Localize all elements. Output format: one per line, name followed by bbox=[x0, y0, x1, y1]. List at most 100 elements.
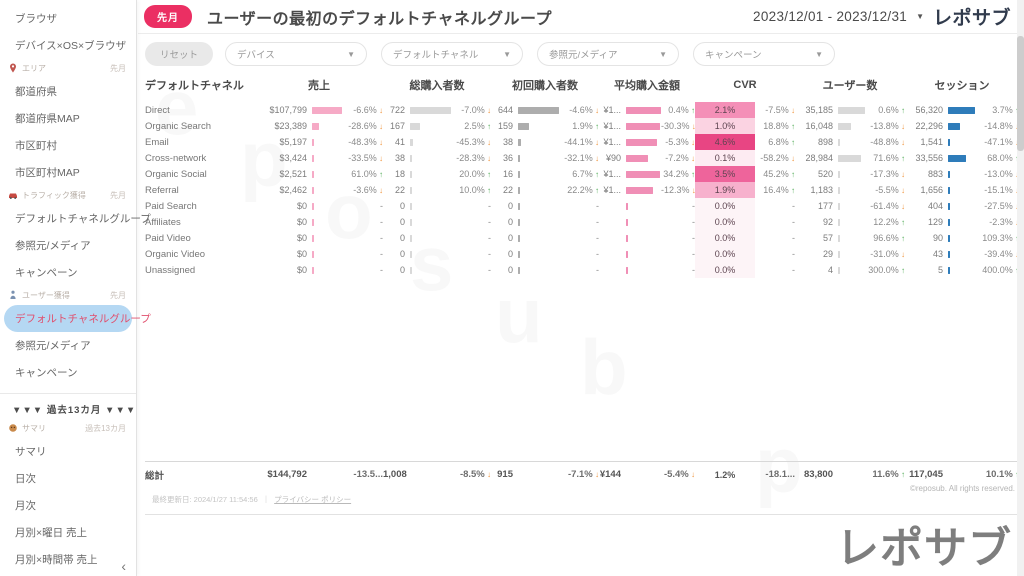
change-percent: -7.1% ↓ bbox=[559, 469, 599, 480]
metric-bar bbox=[309, 107, 343, 114]
sidebar-item[interactable]: サマリ bbox=[0, 438, 136, 465]
change-percent: 10.1% ↑ bbox=[975, 469, 1019, 480]
bar-fill bbox=[838, 235, 840, 242]
filter-dropdown[interactable]: 参照元/メディア▼ bbox=[537, 42, 679, 66]
metric-bar bbox=[309, 203, 343, 210]
channel-name: Email bbox=[145, 137, 255, 148]
bar-fill bbox=[948, 123, 960, 130]
table-row: Paid Video$0-0-0--0.0%-5796.6% ↑90109.3%… bbox=[145, 230, 1017, 246]
bar-fill bbox=[518, 155, 520, 162]
date-range-picker[interactable]: 2023/12/01 - 2023/12/31 bbox=[753, 9, 907, 24]
metric-bar bbox=[835, 219, 865, 226]
sidebar-item[interactable]: 月次 bbox=[0, 492, 136, 519]
bar-fill bbox=[948, 171, 950, 178]
change-percent: 61.0% ↑ bbox=[343, 169, 383, 179]
sidebar-section-header: サマリ過去13カ月 bbox=[0, 419, 136, 438]
metric-bar bbox=[515, 123, 559, 130]
sidebar-item[interactable]: キャンペーン bbox=[0, 359, 136, 386]
metric-value: 92 bbox=[795, 217, 835, 227]
cvr-heatmap-cell: 3.5% bbox=[695, 166, 755, 182]
sidebar-item[interactable]: 都道府県 bbox=[0, 78, 136, 105]
privacy-policy-link[interactable]: プライバシー ポリシー bbox=[274, 495, 351, 504]
metric-bar bbox=[515, 235, 559, 242]
column-header: 初回購入者数 bbox=[491, 77, 599, 93]
change-percent: 3.7% ↑ bbox=[975, 105, 1019, 115]
sidebar-item[interactable]: ブラウザ bbox=[0, 5, 136, 32]
change-percent: -2.3% ↓ bbox=[975, 217, 1019, 227]
metric-bar bbox=[835, 203, 865, 210]
chevron-down-icon: ▼ bbox=[815, 50, 823, 59]
sidebar-divider: ▼▼▼ 過去13カ月 ▼▼▼ bbox=[0, 393, 136, 419]
sidebar-item[interactable]: 月別×時間帯 売上 bbox=[0, 546, 136, 573]
filter-dropdown[interactable]: デフォルトチャネル▼ bbox=[381, 42, 523, 66]
change-percent: - bbox=[559, 265, 599, 275]
bar-fill bbox=[948, 203, 950, 210]
total-value: 83,800 bbox=[795, 469, 835, 480]
filter-dropdown[interactable]: キャンペーン▼ bbox=[693, 42, 835, 66]
change-percent: 0.4% ↑ bbox=[661, 105, 695, 115]
change-percent: 10.0% ↑ bbox=[451, 185, 491, 195]
sidebar-item[interactable]: 日次 bbox=[0, 465, 136, 492]
change-percent: - bbox=[755, 265, 795, 275]
change-percent: - bbox=[451, 233, 491, 243]
filter-dropdown-label: 参照元/メディア bbox=[549, 47, 617, 61]
metric-bar bbox=[835, 235, 865, 242]
metric-value: $0 bbox=[255, 217, 309, 227]
metric-value: 16,048 bbox=[795, 121, 835, 131]
metric-bar bbox=[407, 203, 451, 210]
sidebar-item[interactable]: キャンペーン bbox=[0, 259, 136, 286]
bar-fill bbox=[410, 171, 412, 178]
change-percent: -18.1... bbox=[755, 469, 795, 480]
metric-value: ¥1... bbox=[599, 169, 623, 179]
change-percent: - bbox=[755, 249, 795, 259]
change-percent: -48.8% ↓ bbox=[865, 137, 905, 147]
sidebar-item[interactable]: 都道府県MAP bbox=[0, 105, 136, 132]
metric-value: 129 bbox=[905, 217, 945, 227]
vertical-scrollbar[interactable] bbox=[1017, 0, 1024, 576]
change-percent: -47.1% ↓ bbox=[975, 137, 1019, 147]
sidebar-item[interactable]: 月別×曜日 売上 bbox=[0, 519, 136, 546]
metric-value: $23,389 bbox=[255, 121, 309, 131]
sidebar-section-header: エリア先月 bbox=[0, 59, 136, 78]
bar-fill bbox=[838, 187, 840, 194]
table-row: Email$5,197-48.3% ↓41-45.3% ↓38-44.1% ↓¥… bbox=[145, 134, 1017, 150]
metric-bar bbox=[945, 139, 975, 146]
bar-fill bbox=[518, 267, 520, 274]
sidebar-item[interactable]: デフォルトチャネルグループ bbox=[0, 205, 136, 232]
change-percent: -4.6% ↓ bbox=[559, 105, 599, 115]
metric-bar bbox=[945, 203, 975, 210]
metric-value: 36 bbox=[491, 153, 515, 163]
cvr-heatmap-cell: 0.0% bbox=[695, 246, 755, 262]
sidebar-item[interactable]: デバイス×OS×ブラウザ bbox=[0, 32, 136, 59]
metric-value: 0 bbox=[383, 249, 407, 259]
metric-bar bbox=[309, 187, 343, 194]
metric-value: 0 bbox=[383, 265, 407, 275]
bar-fill bbox=[626, 123, 660, 130]
sidebar-item-selected[interactable]: デフォルトチャネルグループ bbox=[4, 305, 132, 332]
reset-button[interactable]: リセット bbox=[145, 42, 213, 66]
metric-value: 167 bbox=[383, 121, 407, 131]
sidebar-item[interactable]: 参照元/メディア bbox=[0, 332, 136, 359]
scrollbar-thumb[interactable] bbox=[1017, 36, 1024, 151]
table-row: Unassigned$0-0-0--0.0%-4300.0% ↑5400.0% … bbox=[145, 262, 1017, 278]
change-percent: -5.4% ↓ bbox=[661, 469, 695, 480]
metric-bar bbox=[309, 123, 343, 130]
sidebar-section-label: サマリ bbox=[22, 423, 46, 434]
sidebar-item[interactable]: 参照元/メディア bbox=[0, 232, 136, 259]
change-percent: 400.0% ↑ bbox=[975, 265, 1019, 275]
chevron-down-icon[interactable]: ▼ bbox=[916, 12, 924, 21]
metric-bar bbox=[515, 171, 559, 178]
cvr-heatmap-cell: 1.9% bbox=[695, 182, 755, 198]
metric-bar bbox=[515, 219, 559, 226]
metric-value: 38 bbox=[383, 153, 407, 163]
sidebar-item[interactable]: 市区町村 bbox=[0, 132, 136, 159]
filter-dropdown[interactable]: デバイス▼ bbox=[225, 42, 367, 66]
sidebar-item[interactable]: 市区町村MAP bbox=[0, 159, 136, 186]
bar-fill bbox=[410, 251, 412, 258]
change-percent: - bbox=[343, 233, 383, 243]
metric-bar bbox=[835, 139, 865, 146]
metric-value: 883 bbox=[905, 169, 945, 179]
change-percent: 2.5% ↑ bbox=[451, 121, 491, 131]
bar-fill bbox=[410, 123, 420, 130]
sidebar-collapse-icon[interactable]: ‹ bbox=[121, 558, 126, 574]
